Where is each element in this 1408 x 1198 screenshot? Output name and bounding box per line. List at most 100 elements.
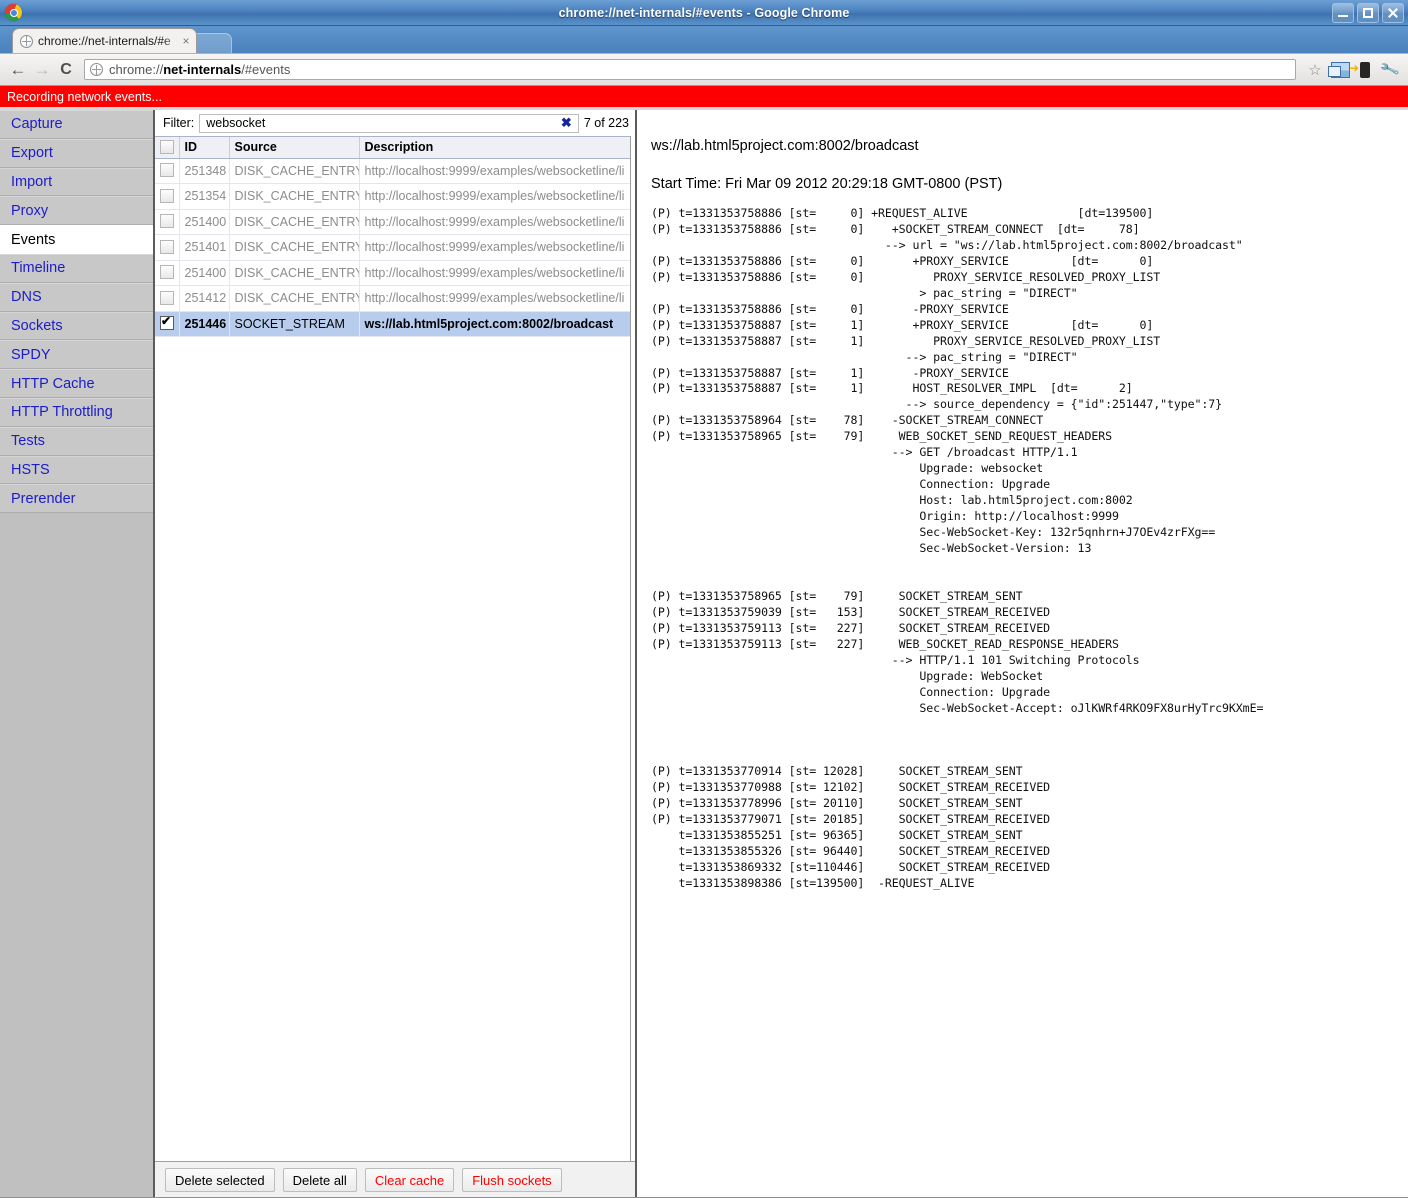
filter-input[interactable] <box>204 115 558 131</box>
table-row[interactable]: 251400 DISK_CACHE_ENTRY http://localhost… <box>155 209 635 235</box>
browser-toolbar: ← → C chrome://net-internals/#events ☆ 🔧 <box>0 54 1408 86</box>
table-row-selected[interactable]: 251446 SOCKET_STREAM ws://lab.html5proje… <box>155 311 635 337</box>
window-controls <box>1332 3 1404 23</box>
filter-bar: Filter: ✖ 7 of 223 <box>155 110 635 136</box>
sidebar-item-label: Events <box>11 232 55 248</box>
select-all-checkbox[interactable] <box>160 140 174 154</box>
table-row[interactable]: 251348 DISK_CACHE_ENTRY http://localhost… <box>155 158 635 184</box>
sidebar-item-tests[interactable]: Tests <box>0 427 153 456</box>
sidebar-item-label: Capture <box>11 116 63 132</box>
sidebar-item-label: HSTS <box>11 462 50 478</box>
table-header-row: ID Source Description <box>155 137 635 158</box>
sidebar: Capture Export Import Proxy Events Timel… <box>0 110 155 1198</box>
row-checkbox[interactable] <box>160 291 174 305</box>
cell-id: 251400 <box>179 260 229 286</box>
sidebar-item-sockets[interactable]: Sockets <box>0 312 153 341</box>
cell-description: http://localhost:9999/examples/websocket… <box>359 286 635 312</box>
event-table-scroll[interactable]: ID Source Description 251348 DISK_CACHE_… <box>155 136 635 1161</box>
sidebar-item-hsts[interactable]: HSTS <box>0 456 153 485</box>
address-bar[interactable]: chrome://net-internals/#events <box>84 59 1296 80</box>
row-checkbox[interactable] <box>160 163 174 177</box>
sidebar-item-http-cache[interactable]: HTTP Cache <box>0 369 153 398</box>
back-button[interactable]: ← <box>6 58 30 82</box>
net-internals-page: Capture Export Import Proxy Events Timel… <box>0 110 1408 1198</box>
sidebar-item-label: Export <box>11 145 53 161</box>
sidebar-item-events[interactable]: Events <box>0 225 153 254</box>
filter-label: Filter: <box>163 116 194 130</box>
cell-source: DISK_CACHE_ENTRY <box>229 286 359 312</box>
sidebar-item-label: HTTP Cache <box>11 376 95 392</box>
minimize-button[interactable] <box>1332 3 1354 23</box>
cell-source: DISK_CACHE_ENTRY <box>229 209 359 235</box>
cell-description: http://localhost:9999/examples/websocket… <box>359 260 635 286</box>
row-checkbox[interactable] <box>160 265 174 279</box>
flush-sockets-button[interactable]: Flush sockets <box>462 1168 561 1192</box>
sidebar-item-label: HTTP Throttling <box>11 404 113 420</box>
window-title: chrome://net-internals/#events - Google … <box>0 6 1408 20</box>
cell-id: 251400 <box>179 209 229 235</box>
table-row[interactable]: 251412 DISK_CACHE_ENTRY http://localhost… <box>155 286 635 312</box>
filter-result-count: 7 of 223 <box>584 116 629 130</box>
chrome-logo-icon <box>5 4 22 21</box>
table-row[interactable]: 251400 DISK_CACHE_ENTRY http://localhost… <box>155 260 635 286</box>
cell-source: DISK_CACHE_ENTRY <box>229 235 359 261</box>
detail-start-time: Start Time: Fri Mar 09 2012 20:29:18 GMT… <box>651 176 1408 192</box>
event-detail-pane[interactable]: ws://lab.html5project.com:8002/broadcast… <box>637 110 1408 1198</box>
column-header-id[interactable]: ID <box>179 137 229 158</box>
event-log-text: (P) t=1331353758886 [st= 0] +REQUEST_ALI… <box>651 206 1408 892</box>
sidebar-item-http-throttling[interactable]: HTTP Throttling <box>0 398 153 427</box>
sidebar-item-label: Timeline <box>11 260 65 276</box>
tab-title: chrome://net-internals/#e <box>38 34 180 48</box>
table-row[interactable]: 251401 DISK_CACHE_ENTRY http://localhost… <box>155 235 635 261</box>
page-globe-icon <box>90 63 103 76</box>
cell-description: ws://lab.html5project.com:8002/broadcast <box>359 311 635 337</box>
row-checkbox[interactable] <box>160 189 174 203</box>
forward-button[interactable]: → <box>30 58 54 82</box>
sidebar-item-dns[interactable]: DNS <box>0 283 153 312</box>
mobile-send-icon[interactable] <box>1353 58 1377 82</box>
tab-close-icon[interactable]: × <box>180 34 192 48</box>
delete-selected-button[interactable]: Delete selected <box>165 1168 275 1192</box>
sidebar-item-export[interactable]: Export <box>0 139 153 168</box>
maximize-button[interactable] <box>1357 3 1379 23</box>
cell-id: 251348 <box>179 158 229 184</box>
cell-id: 251446 <box>179 311 229 337</box>
sidebar-item-proxy[interactable]: Proxy <box>0 196 153 225</box>
row-checkbox[interactable] <box>160 214 174 228</box>
select-all-header[interactable] <box>155 137 179 158</box>
recording-status-banner: Recording network events... <box>0 86 1408 107</box>
sidebar-item-prerender[interactable]: Prerender <box>0 484 153 513</box>
sidebar-item-spdy[interactable]: SPDY <box>0 340 153 369</box>
row-checkbox[interactable] <box>160 240 174 254</box>
sidebar-item-label: Tests <box>11 433 45 449</box>
cell-description: http://localhost:9999/examples/websocket… <box>359 158 635 184</box>
sidebar-item-import[interactable]: Import <box>0 168 153 197</box>
cell-source: SOCKET_STREAM <box>229 311 359 337</box>
column-header-source[interactable]: Source <box>229 137 359 158</box>
cell-description: http://localhost:9999/examples/websocket… <box>359 235 635 261</box>
wrench-menu-icon[interactable]: 🔧 <box>1378 58 1402 82</box>
sidebar-item-timeline[interactable]: Timeline <box>0 254 153 283</box>
reload-icon[interactable]: C <box>54 58 78 82</box>
tab-net-internals[interactable]: chrome://net-internals/#e × <box>12 28 197 53</box>
detail-url: ws://lab.html5project.com:8002/broadcast <box>651 138 1408 154</box>
row-checkbox-checked[interactable] <box>160 316 174 330</box>
bookmark-star-icon[interactable]: ☆ <box>1303 58 1327 82</box>
cell-source: DISK_CACHE_ENTRY <box>229 184 359 210</box>
recording-status-text: Recording network events... <box>7 90 162 104</box>
event-table: ID Source Description 251348 DISK_CACHE_… <box>155 137 635 337</box>
cell-source: DISK_CACHE_ENTRY <box>229 260 359 286</box>
filter-input-wrapper[interactable]: ✖ <box>199 114 579 133</box>
sidebar-item-capture[interactable]: Capture <box>0 110 153 139</box>
cell-id: 251401 <box>179 235 229 261</box>
cell-description: http://localhost:9999/examples/websocket… <box>359 184 635 210</box>
close-icon[interactable] <box>1382 3 1404 23</box>
address-bar-url: chrome://net-internals/#events <box>109 62 290 77</box>
sidebar-item-label: DNS <box>11 289 42 305</box>
column-header-description[interactable]: Description <box>359 137 635 158</box>
tab-strip: chrome://net-internals/#e × <box>0 26 1408 54</box>
table-row[interactable]: 251354 DISK_CACHE_ENTRY http://localhost… <box>155 184 635 210</box>
delete-all-button[interactable]: Delete all <box>283 1168 357 1192</box>
clear-filter-icon[interactable]: ✖ <box>558 115 575 131</box>
clear-cache-button[interactable]: Clear cache <box>365 1168 454 1192</box>
